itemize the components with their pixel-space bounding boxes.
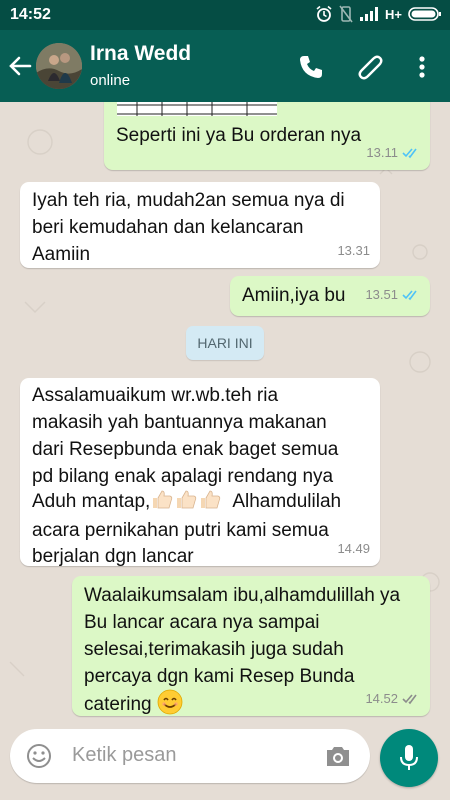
emoji-icon[interactable] <box>26 743 52 769</box>
message-text: Seperti ini ya Bu orderan nya <box>116 125 362 146</box>
message-line: Assalamuaikum wr.wb.teh ria <box>32 385 279 406</box>
order-table-image[interactable] <box>112 102 282 116</box>
message-time: 13.31 <box>337 243 370 258</box>
message-line: Waalaikumsalam ibu,alhamdulillah ya <box>84 585 401 606</box>
message-line: percaya dgn kami Resep Bunda <box>84 666 355 687</box>
thumbs-up-emoji-icon <box>153 490 173 509</box>
message-text: Amiin,iya bu <box>242 285 346 306</box>
message-line: Bu lancar acara nya sampai <box>84 612 320 633</box>
network-type: H+ <box>385 6 402 22</box>
message-line: Aamiin <box>32 244 91 265</box>
camera-icon[interactable] <box>324 743 352 769</box>
composer-bar: Ketik pesan <box>0 720 450 800</box>
message-line: Aduh mantap, <box>32 491 151 512</box>
alarm-icon <box>316 5 332 22</box>
incoming-message[interactable]: Assalamuaikum wr.wb.teh ria makasih yah … <box>20 378 380 567</box>
back-arrow-icon[interactable] <box>6 52 34 80</box>
message-line: pd bilang enak apalagi rendang nya <box>32 466 334 487</box>
attach-paperclip-icon[interactable] <box>355 52 385 82</box>
message-meta: 13.11 <box>366 139 420 166</box>
message-line-with-emoji: Aduh mantap, Alhamdulilah <box>32 488 341 515</box>
message-line: Alhamdulilah <box>232 491 342 512</box>
voice-record-button[interactable] <box>380 729 438 787</box>
outgoing-message[interactable]: Seperti ini ya Bu orderan nya 13.11 <box>104 102 430 170</box>
message-time: 13.11 <box>366 145 398 160</box>
message-line: makasih yah bantuannya makanan <box>32 412 327 433</box>
outgoing-message[interactable]: Amiin,iya bu 13.51 <box>230 276 430 316</box>
message-line-with-emoji: catering <box>84 689 183 718</box>
status-icons: H+ <box>315 5 442 23</box>
chat-header: Irna Wedd online <box>0 30 450 102</box>
message-meta: 13.31 <box>337 237 370 264</box>
day-divider: HARI INI <box>186 326 264 360</box>
message-list[interactable]: Seperti ini ya Bu orderan nya 13.11 Iyah… <box>0 102 450 720</box>
thumbs-up-emoji-icon <box>177 490 197 509</box>
signal-icon <box>360 7 379 21</box>
message-time: 13.51 <box>365 287 398 302</box>
contact-avatar[interactable] <box>36 43 82 89</box>
delivered-ticks-icon <box>402 693 417 704</box>
message-input-placeholder[interactable]: Ketik pesan <box>72 744 177 767</box>
message-time: 14.49 <box>337 541 370 556</box>
thumbs-up-emoji-icon <box>201 490 221 509</box>
message-line: selesai,terimakasih juga sudah <box>84 639 344 660</box>
message-time: 14.52 <box>365 691 398 706</box>
contact-name[interactable]: Irna Wedd <box>90 42 191 66</box>
more-options-icon[interactable] <box>407 52 437 82</box>
vibrate-off-icon <box>339 5 353 23</box>
message-line: beri kemudahan dan kelancaran <box>32 217 304 238</box>
message-line: berjalan dgn lancar <box>32 546 194 567</box>
message-input[interactable]: Ketik pesan <box>10 729 370 783</box>
message-line: Iyah teh ria, mudah2an semua nya di <box>32 190 345 211</box>
status-bar: 14:52 H+ <box>0 0 450 30</box>
smiling-face-emoji-icon <box>157 689 183 715</box>
read-ticks-icon <box>402 147 417 158</box>
message-line: catering <box>84 694 152 715</box>
read-ticks-icon <box>402 289 417 300</box>
message-meta: 14.49 <box>337 535 370 562</box>
phone-icon[interactable] <box>296 52 326 82</box>
outgoing-message[interactable]: Waalaikumsalam ibu,alhamdulillah ya Bu l… <box>72 576 430 716</box>
message-meta: 14.52 <box>365 685 420 712</box>
message-line: acara pernikahan putri kami semua <box>32 520 329 541</box>
contact-status: online <box>90 72 131 89</box>
microphone-icon <box>400 745 418 770</box>
incoming-message[interactable]: Iyah teh ria, mudah2an semua nya di beri… <box>20 182 380 268</box>
status-time: 14:52 <box>10 6 51 23</box>
message-meta: 13.51 <box>365 281 420 308</box>
battery-icon <box>408 7 441 21</box>
message-line: dari Resepbunda enak baget semua <box>32 439 339 460</box>
